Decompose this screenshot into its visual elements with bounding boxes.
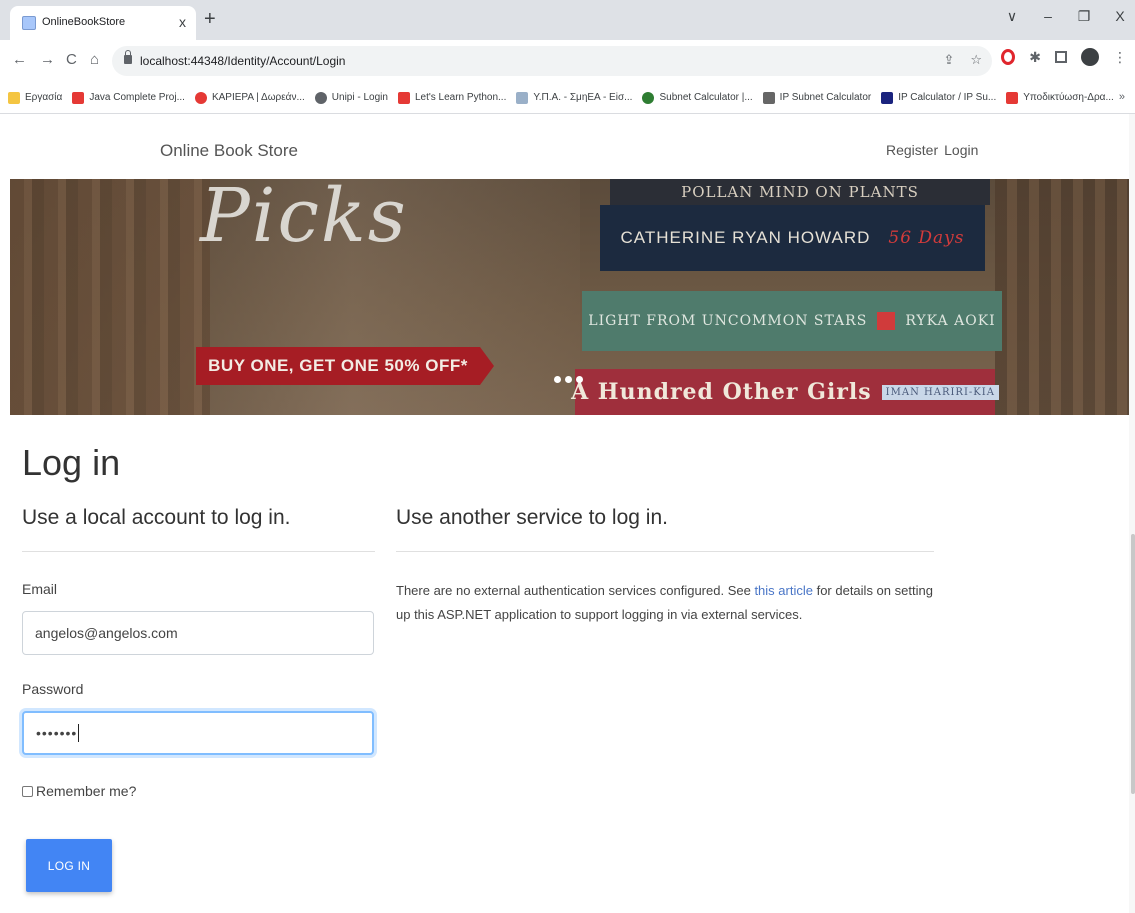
book-spine: A Hundred Other Girls IMAN HARIRI-KIA: [571, 369, 999, 415]
login-button[interactable]: LOG IN: [26, 839, 112, 892]
bookmark-item[interactable]: Let's Learn Python...: [397, 91, 506, 104]
browser-tabstrip: OnlineBookStore x + ∨ – ❐ X: [0, 0, 1135, 40]
site-navbar: Online Book Store Register Login: [0, 114, 1135, 179]
remember-me-checkbox[interactable]: [22, 785, 33, 797]
remember-me[interactable]: Remember me?: [22, 783, 136, 799]
banner-headline: Picks: [200, 179, 408, 259]
local-account-heading: Use a local account to log in.: [22, 506, 291, 529]
book-spine: CATHERINE RYAN HOWARD 56 Days: [600, 205, 985, 271]
carousel-indicators: [554, 376, 583, 383]
site-icon: [642, 91, 655, 104]
text-caret: [78, 724, 80, 742]
page-scrollbar[interactable]: [1129, 114, 1135, 913]
reload-icon[interactable]: C: [66, 52, 77, 68]
close-tab-icon[interactable]: x: [179, 14, 186, 30]
nav-links: Register Login: [886, 142, 978, 158]
email-value: angelos@angelos.com: [35, 625, 178, 641]
bookmark-item[interactable]: IP Calculator / IP Su...: [881, 91, 996, 104]
globe-icon: [314, 91, 327, 104]
carousel-dot[interactable]: [554, 376, 561, 383]
lock-icon[interactable]: [124, 50, 132, 64]
page-icon: [22, 16, 36, 30]
opera-icon[interactable]: [1001, 49, 1016, 65]
new-tab-button[interactable]: +: [204, 9, 216, 29]
tab-title: OnlineBookStore: [42, 16, 126, 28]
profile-avatar[interactable]: [1081, 48, 1099, 66]
extensions-puzzle-icon[interactable]: ✱: [1029, 49, 1041, 66]
youtube-icon: [72, 91, 85, 104]
external-login-heading: Use another service to log in.: [396, 506, 668, 529]
share-icon[interactable]: ⇪: [943, 52, 954, 68]
bookmark-item[interactable]: Υ.Π.Α. - ΣμηΕΑ - Εiσ...: [516, 91, 632, 104]
bookshelf-image: [995, 179, 1135, 415]
bookmark-item[interactable]: Java Complete Proj...: [72, 91, 185, 104]
bookmark-star-icon[interactable]: ☆: [970, 52, 982, 68]
folder-icon: [8, 91, 20, 104]
book-spine: LIGHT FROM UNCOMMON STARS RYKA AOKI: [582, 291, 1002, 351]
password-value: •••••••: [36, 725, 78, 741]
divider: [22, 551, 375, 552]
book-spine: POLLAN MIND ON PLANTS: [610, 179, 990, 205]
back-icon[interactable]: ←: [12, 52, 27, 68]
bookmark-item[interactable]: IP Subnet Calculator: [762, 91, 871, 104]
divider: [396, 551, 934, 552]
bookmark-item[interactable]: Unipi - Login: [314, 91, 388, 104]
bookmark-item[interactable]: Υποδικτύωση-Δρα...: [1006, 91, 1114, 104]
site-icon: [194, 91, 207, 104]
bookshelf-image: [10, 179, 210, 415]
page-icon: [516, 91, 529, 104]
promo-ribbon: BUY ONE, GET ONE 50% OFF*: [196, 347, 494, 385]
remember-me-label: Remember me?: [36, 783, 137, 799]
window-controls: ∨ – ❐ X: [1005, 8, 1127, 25]
publisher-logo: [877, 312, 896, 330]
browser-tab[interactable]: OnlineBookStore x: [10, 6, 196, 40]
more-bookmarks-icon[interactable]: »: [1119, 91, 1125, 103]
email-field[interactable]: angelos@angelos.com: [22, 611, 374, 655]
tab-search-icon[interactable]: ∨: [1005, 8, 1019, 25]
page-title: Log in: [22, 442, 121, 483]
side-panel-icon[interactable]: [1055, 51, 1067, 63]
email-label: Email: [22, 581, 58, 597]
url-text[interactable]: localhost:44348/Identity/Account/Login: [140, 54, 345, 68]
bookmark-item[interactable]: Εργασία: [8, 91, 62, 104]
close-window-button[interactable]: X: [1113, 8, 1127, 25]
bookmarks-bar: Εργασία Java Complete Proj... ΚΑΡΙΕΡΑ | …: [0, 82, 1135, 114]
password-field[interactable]: •••••••: [22, 711, 374, 755]
external-auth-message: There are no external authentication ser…: [396, 583, 933, 622]
calculator-icon: [762, 91, 775, 104]
address-bar[interactable]: localhost:44348/Identity/Account/Login ⇪…: [112, 46, 992, 76]
extension-icons: ✱ ⋮: [1001, 48, 1127, 66]
login-link[interactable]: Login: [944, 142, 978, 158]
minimize-button[interactable]: –: [1041, 8, 1055, 25]
site-brand-link[interactable]: Online Book Store: [160, 141, 298, 161]
forward-icon[interactable]: →: [40, 52, 55, 68]
bookmark-item[interactable]: ΚΑΡΙΕΡΑ | Δωρεάν...: [194, 91, 305, 104]
carousel-dot[interactable]: [565, 376, 572, 383]
register-link[interactable]: Register: [886, 142, 938, 158]
carousel-dot[interactable]: [576, 376, 583, 383]
home-icon[interactable]: ⌂: [90, 52, 99, 68]
password-label: Password: [22, 681, 84, 697]
browser-toolbar: ← → C ⌂ localhost:44348/Identity/Account…: [0, 40, 1135, 82]
restore-button[interactable]: ❐: [1077, 8, 1091, 25]
scrollbar-thumb[interactable]: [1131, 534, 1135, 794]
promo-banner-carousel[interactable]: Picks BUY ONE, GET ONE 50% OFF* POLLAN M…: [10, 179, 1135, 415]
this-article-link[interactable]: this article: [754, 583, 813, 598]
ip-icon: [881, 91, 894, 104]
youtube-icon: [397, 91, 410, 104]
bookmark-item[interactable]: Subnet Calculator |...: [642, 91, 753, 104]
browser-menu-icon[interactable]: ⋮: [1113, 49, 1127, 66]
youtube-icon: [1006, 91, 1019, 104]
